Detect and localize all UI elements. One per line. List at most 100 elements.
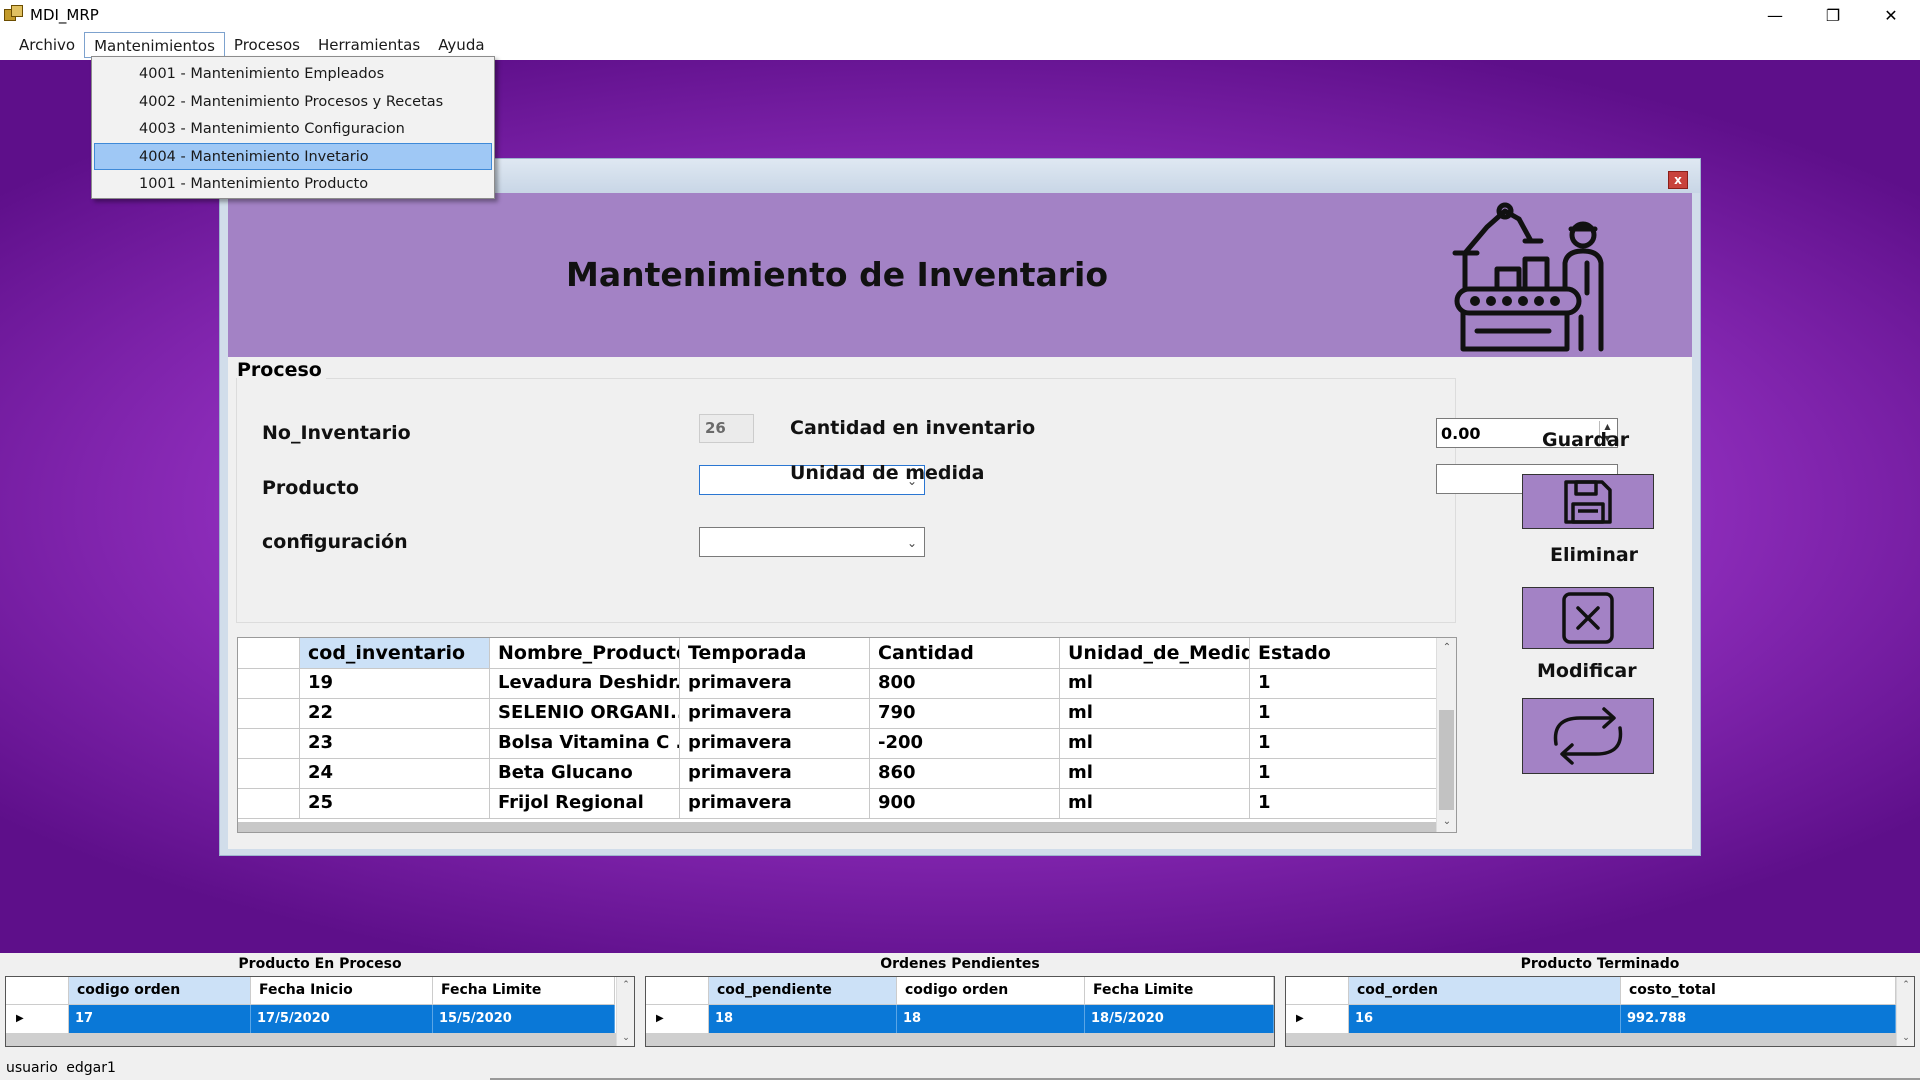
cell[interactable]: 900	[870, 789, 1060, 819]
grid-column-header[interactable]: Estado	[1250, 638, 1438, 669]
guardar-button[interactable]	[1522, 474, 1654, 529]
cell[interactable]: 18	[709, 1005, 897, 1033]
cell[interactable]: 19	[300, 669, 490, 699]
cell[interactable]: ml	[1060, 789, 1250, 819]
grid-column-header[interactable]: costo_total	[1621, 977, 1896, 1005]
status-user-label: usuario	[6, 1060, 58, 1076]
cell[interactable]: 1	[1250, 729, 1438, 759]
row-header[interactable]	[238, 699, 300, 729]
scroll-thumb[interactable]	[1439, 710, 1454, 810]
grid-column-header[interactable]: cod_orden	[1349, 977, 1621, 1005]
menu-procesos[interactable]: Procesos	[225, 32, 309, 58]
modificar-button[interactable]	[1522, 698, 1654, 774]
grid-column-header[interactable]: codigo orden	[69, 977, 251, 1005]
grid-column-header[interactable]: Fecha Limite	[433, 977, 615, 1005]
close-window-button[interactable]: ✕	[1862, 0, 1920, 30]
cell[interactable]: ml	[1060, 699, 1250, 729]
cell[interactable]: Beta Glucano	[490, 759, 680, 789]
eliminar-button[interactable]	[1522, 587, 1654, 649]
grid-column-header[interactable]: Nombre_Producto	[490, 638, 680, 669]
grid-vertical-scrollbar[interactable]: ⌃ ⌄	[616, 977, 634, 1046]
grid-column-header[interactable]: cod_pendiente	[709, 977, 897, 1005]
producto-label: Producto	[262, 477, 359, 499]
menu-item-empleados[interactable]: 4001 - Mantenimiento Empleados	[94, 60, 492, 88]
menu-item-procesos-recetas[interactable]: 4002 - Mantenimiento Procesos y Recetas	[94, 88, 492, 116]
menu-herramientas[interactable]: Herramientas	[309, 32, 429, 58]
cell[interactable]: SELENIO ORGANI...	[490, 699, 680, 729]
menu-item-inventario[interactable]: 4004 - Mantenimiento Invetario	[94, 142, 492, 170]
cell[interactable]: 17/5/2020	[251, 1005, 433, 1033]
grid-vertical-scrollbar[interactable]: ⌃ ⌄	[1896, 977, 1914, 1046]
cell[interactable]: 16	[1349, 1005, 1621, 1033]
restore-button[interactable]: ❐	[1804, 0, 1862, 30]
grid-vertical-scrollbar[interactable]: ⌃ ⌄	[1436, 638, 1456, 832]
cell[interactable]: Levadura Deshidr...	[490, 669, 680, 699]
table-row[interactable]: 19 Levadura Deshidr... primavera 800 ml …	[238, 669, 1438, 699]
cell[interactable]: primavera	[680, 789, 870, 819]
menu-ayuda[interactable]: Ayuda	[429, 32, 493, 58]
inventario-grid: cod_inventario Nombre_Producto Temporada…	[237, 637, 1457, 833]
cell[interactable]: ml	[1060, 729, 1250, 759]
cell[interactable]: 18/5/2020	[1085, 1005, 1274, 1033]
scroll-down-icon[interactable]: ⌄	[1897, 1030, 1914, 1046]
cell[interactable]: 18	[897, 1005, 1085, 1033]
row-pointer-icon[interactable]: ▶	[646, 1005, 709, 1033]
cell[interactable]: Frijol Regional	[490, 789, 680, 819]
grid-horizontal-scrollbar[interactable]	[238, 822, 1436, 832]
grid-column-header[interactable]: Fecha Limite	[1085, 977, 1274, 1005]
scroll-down-icon[interactable]: ⌄	[1437, 812, 1456, 832]
table-row[interactable]: 24 Beta Glucano primavera 860 ml 1	[238, 759, 1438, 789]
grid-column-header[interactable]: Temporada	[680, 638, 870, 669]
row-header[interactable]	[238, 669, 300, 699]
scroll-up-icon[interactable]: ⌃	[1437, 638, 1456, 658]
cell[interactable]: 1	[1250, 759, 1438, 789]
cell[interactable]: primavera	[680, 669, 870, 699]
cell[interactable]: primavera	[680, 729, 870, 759]
grid-row-header-corner	[1286, 977, 1349, 1005]
cell[interactable]: ml	[1060, 759, 1250, 789]
table-row[interactable]: 23 Bolsa Vitamina C ... primavera -200 m…	[238, 729, 1438, 759]
menu-mantenimientos[interactable]: Mantenimientos	[84, 32, 225, 58]
cell[interactable]: 22	[300, 699, 490, 729]
cell[interactable]: 1	[1250, 699, 1438, 729]
row-pointer-icon[interactable]: ▶	[6, 1005, 69, 1033]
grid-column-header[interactable]: codigo orden	[897, 977, 1085, 1005]
menu-item-configuracion[interactable]: 4003 - Mantenimiento Configuracion	[94, 115, 492, 143]
cell[interactable]: 1	[1250, 669, 1438, 699]
cell[interactable]: 25	[300, 789, 490, 819]
grid-column-header[interactable]: Unidad_de_Medidс	[1060, 638, 1250, 669]
row-pointer-icon[interactable]: ▶	[1286, 1005, 1349, 1033]
cell[interactable]: 860	[870, 759, 1060, 789]
cell[interactable]: primavera	[680, 759, 870, 789]
scroll-up-icon[interactable]: ⌃	[617, 977, 634, 993]
scroll-down-icon[interactable]: ⌄	[617, 1030, 634, 1046]
grid-column-header[interactable]: cod_inventario	[300, 638, 490, 669]
cell[interactable]: 992.788	[1621, 1005, 1896, 1033]
row-header[interactable]	[238, 729, 300, 759]
cell[interactable]: 1	[1250, 789, 1438, 819]
cell[interactable]: 15/5/2020	[433, 1005, 615, 1033]
grid-empty-area	[646, 1033, 1274, 1046]
scroll-up-icon[interactable]: ⌃	[1897, 977, 1914, 993]
grid-column-header[interactable]: Cantidad	[870, 638, 1060, 669]
pendientes-grid: cod_pendiente codigo orden Fecha Limite …	[645, 976, 1275, 1047]
form-close-button[interactable]: x	[1668, 171, 1688, 189]
cell[interactable]: Bolsa Vitamina C ...	[490, 729, 680, 759]
menu-item-producto[interactable]: 1001 - Mantenimiento Producto	[94, 170, 492, 198]
row-header[interactable]	[238, 789, 300, 819]
cell[interactable]: 24	[300, 759, 490, 789]
cell[interactable]: -200	[870, 729, 1060, 759]
cell[interactable]: 23	[300, 729, 490, 759]
cell[interactable]: 800	[870, 669, 1060, 699]
table-row[interactable]: 22 SELENIO ORGANI... primavera 790 ml 1	[238, 699, 1438, 729]
cell[interactable]: ml	[1060, 669, 1250, 699]
grid-column-header[interactable]: Fecha Inicio	[251, 977, 433, 1005]
minimize-button[interactable]: —	[1746, 0, 1804, 30]
cell[interactable]: 17	[69, 1005, 251, 1033]
menu-archivo[interactable]: Archivo	[10, 32, 84, 58]
cell[interactable]: primavera	[680, 699, 870, 729]
configuracion-combobox[interactable]: ⌄	[699, 527, 925, 557]
row-header[interactable]	[238, 759, 300, 789]
cell[interactable]: 790	[870, 699, 1060, 729]
table-row[interactable]: 25 Frijol Regional primavera 900 ml 1	[238, 789, 1438, 819]
